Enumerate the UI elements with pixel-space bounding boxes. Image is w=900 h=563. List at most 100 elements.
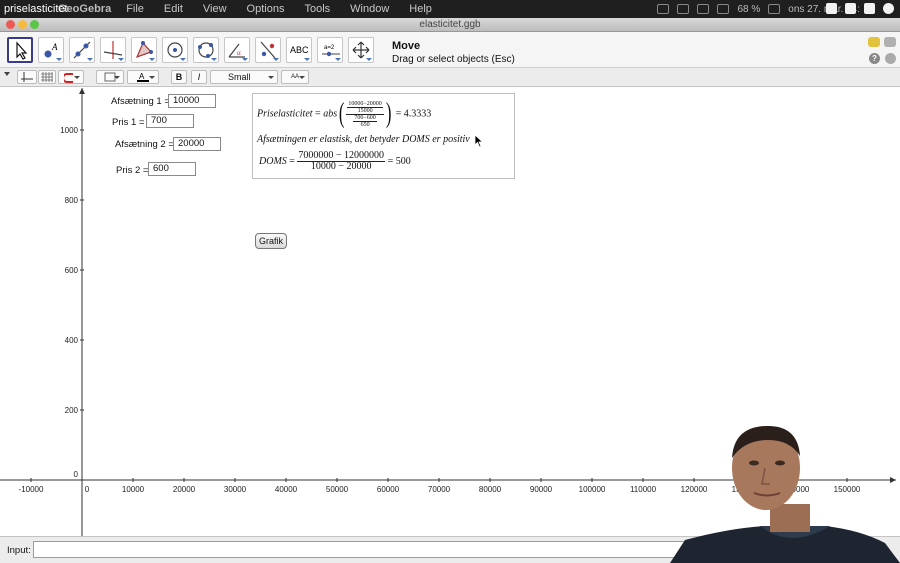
afsaetning2-label: Afsætning 2 = — [115, 139, 174, 150]
text-size-dropdown[interactable]: Small — [210, 70, 278, 84]
axes-toggle-button[interactable] — [17, 70, 37, 84]
menu-edit[interactable]: Edit — [164, 3, 183, 15]
y-tick-label: 200 — [65, 406, 79, 415]
italic-button[interactable]: I — [191, 70, 207, 84]
move-tool-button[interactable] — [7, 37, 33, 63]
close-window-button[interactable] — [6, 20, 15, 29]
circle-tool-button[interactable] — [162, 37, 188, 63]
x-tick-label: 110000 — [630, 485, 657, 494]
y-tick-label: 0 — [74, 470, 79, 479]
minimize-window-button[interactable] — [18, 20, 27, 29]
angle-tool-button[interactable]: α — [224, 37, 250, 63]
svg-text:A: A — [51, 42, 58, 52]
doms-denominator: 10000 − 20000 — [310, 161, 372, 172]
like-icon[interactable] — [826, 3, 837, 14]
window-titlebar: elasticitet.ggb — [0, 18, 900, 32]
menu-tools[interactable]: Tools — [304, 3, 330, 15]
undo-icon[interactable] — [868, 37, 880, 47]
elasticity-fraction: 10000−20000 15000 700−600 650 — [346, 101, 384, 128]
help-icon[interactable]: ? — [869, 53, 880, 64]
settings-icon[interactable] — [885, 53, 896, 64]
dislike-icon[interactable] — [845, 3, 856, 14]
tool-bar: A α ABC a=2 Move Drag or select objects … — [0, 32, 900, 68]
afsaetning2-input[interactable]: 20000 — [173, 137, 221, 151]
info-icon[interactable] — [883, 3, 894, 14]
elasticity-equals: = — [315, 108, 321, 120]
view-style-dropdown[interactable] — [96, 70, 124, 84]
grid-icon — [41, 72, 53, 82]
line-icon — [73, 41, 91, 59]
afsaetning1-input[interactable]: 10000 — [168, 94, 216, 108]
volume-icon — [717, 4, 730, 14]
pris2-label: Pris 2 = — [116, 165, 149, 176]
color-icon: A — [137, 72, 149, 82]
video-status-icon — [657, 4, 670, 14]
point-capturing-dropdown[interactable] — [58, 70, 84, 84]
magnet-icon — [62, 73, 73, 83]
grafik-button[interactable]: Grafik — [255, 233, 287, 249]
pris2-input[interactable]: 600 — [148, 162, 196, 176]
point-icon: A — [44, 42, 58, 58]
drive-status-icon — [677, 4, 690, 14]
svg-text:a=2: a=2 — [324, 45, 335, 51]
window-title: elasticitet.ggb — [419, 19, 481, 30]
svg-text:ABC: ABC — [290, 45, 309, 55]
stylebar-toggle-icon[interactable] — [4, 72, 10, 76]
svg-text:α: α — [237, 49, 241, 57]
redo-icon[interactable] — [884, 37, 896, 47]
view-style-icon — [104, 72, 116, 82]
share-icon[interactable] — [864, 3, 875, 14]
menu-view[interactable]: View — [203, 3, 227, 15]
y-axis-arrow — [79, 88, 85, 94]
axes-icon — [21, 72, 33, 82]
battery-icon — [768, 4, 781, 14]
mouse-cursor-icon — [474, 134, 484, 148]
y-tick-label: 400 — [65, 336, 79, 345]
point-tool-button[interactable]: A — [38, 37, 64, 63]
x-tick-label: 0 — [85, 485, 90, 494]
y-tick-label: 800 — [65, 196, 79, 205]
doms-result: = 500 — [387, 155, 411, 167]
doms-equals: = — [289, 155, 295, 167]
menu-help[interactable]: Help — [409, 3, 432, 15]
perpendicular-tool-button[interactable] — [100, 37, 126, 63]
color-dropdown[interactable]: A — [127, 70, 159, 84]
elasticity-result: = 4.3333 — [395, 108, 432, 120]
line-tool-button[interactable] — [69, 37, 95, 63]
polygon-icon — [135, 41, 153, 59]
polygon-tool-button[interactable] — [131, 37, 157, 63]
slider-tool-button[interactable]: a=2 — [317, 37, 343, 63]
grid-toggle-button[interactable] — [38, 70, 56, 84]
font-size-dropdown[interactable]: AA — [281, 70, 309, 84]
text-icon: ABC — [290, 45, 309, 55]
zoom-window-button[interactable] — [30, 20, 39, 29]
doms-formula: DOMS = 7000000 − 12000000 10000 − 20000 … — [259, 151, 509, 177]
reflect-tool-button[interactable] — [255, 37, 281, 63]
x-tick-label: 60000 — [377, 485, 400, 494]
move-view-tool-button[interactable] — [348, 37, 374, 63]
price-avg: 650 — [360, 121, 370, 128]
price-diff: 700−600 — [353, 114, 377, 122]
x-tick-label: -10000 — [19, 485, 44, 494]
menu-options[interactable]: Options — [247, 3, 285, 15]
angle-icon: α — [228, 43, 245, 58]
x-tick-label: 90000 — [530, 485, 553, 494]
text-tool-button[interactable]: ABC — [286, 37, 312, 63]
input-label: Input: — [7, 545, 31, 556]
move-arrow-icon — [16, 41, 28, 60]
x-tick-label: 70000 — [428, 485, 451, 494]
mac-menubar: GeoGebra File Edit View Options Tools Wi… — [0, 0, 900, 18]
x-tick-label: 10000 — [122, 485, 145, 494]
circle-three-points-tool-button[interactable] — [193, 37, 219, 63]
y-tick-label: 600 — [65, 266, 79, 275]
elasticity-conclusion: Afsætningen er elastisk, det betyder DOM… — [257, 134, 470, 145]
menu-file[interactable]: File — [126, 3, 144, 15]
doms-name: DOMS — [259, 155, 287, 167]
menu-window[interactable]: Window — [350, 3, 389, 15]
x-tick-label: 50000 — [326, 485, 349, 494]
x-tick-label: 20000 — [173, 485, 196, 494]
bold-button[interactable]: B — [171, 70, 187, 84]
elasticity-formula: Priselasticitet = abs(10000−20000 15000 70… — [257, 100, 513, 130]
doms-fraction: 7000000 − 12000000 10000 − 20000 — [297, 151, 386, 172]
pris1-input[interactable]: 700 — [146, 114, 194, 128]
